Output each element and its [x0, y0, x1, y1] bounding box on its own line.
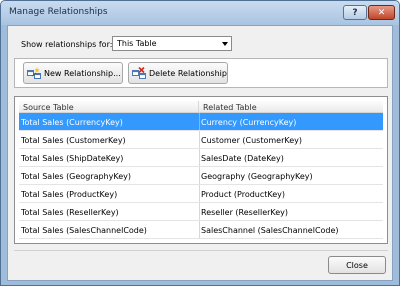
related-table-cell: SalesChannel (SalesChannelCode): [201, 226, 339, 235]
table-row[interactable]: Total Sales (ProductKey) Product (Produc…: [19, 185, 383, 203]
related-table-cell: Reseller (ResellerKey): [201, 208, 289, 217]
table-row[interactable]: Total Sales (SalesChannelCode) SalesChan…: [19, 221, 383, 239]
related-table-cell: Currency (CurrencyKey): [201, 118, 297, 127]
column-divider: [199, 113, 200, 130]
dropdown-selected-value: This Table: [117, 39, 157, 48]
source-table-cell: Total Sales (ProductKey): [21, 190, 118, 199]
chevron-down-icon[interactable]: [218, 37, 231, 50]
manage-relationships-dialog: Manage Relationships ? ✕ Show relationsh…: [0, 0, 400, 286]
column-divider: [199, 185, 200, 202]
delete-relationship-icon: [132, 66, 146, 79]
source-table-cell: Total Sales (CustomerKey): [21, 136, 126, 145]
column-divider: [199, 167, 200, 184]
table-row[interactable]: Total Sales (CustomerKey) Customer (Cust…: [19, 131, 383, 149]
table-row[interactable]: Total Sales (GeographyKey) Geography (Ge…: [19, 167, 383, 185]
source-table-cell: Total Sales (GeographyKey): [21, 172, 131, 181]
source-table-cell: Total Sales (CurrencyKey): [21, 118, 123, 127]
show-relationships-dropdown[interactable]: This Table: [112, 36, 232, 51]
new-relationship-label: New Relationship...: [44, 68, 121, 78]
column-header-source-table[interactable]: Source Table: [19, 101, 199, 112]
window-close-button[interactable]: ✕: [368, 5, 395, 20]
close-button[interactable]: Close: [328, 256, 386, 274]
delete-relationship-button[interactable]: Delete Relationship: [128, 62, 228, 84]
help-button[interactable]: ?: [343, 5, 367, 20]
show-relationships-label: Show relationships for:: [21, 40, 113, 49]
related-table-cell: Geography (GeographyKey): [201, 172, 313, 181]
new-relationship-button[interactable]: New Relationship...: [23, 62, 123, 84]
column-divider: [199, 149, 200, 166]
delete-relationship-label: Delete Relationship: [149, 68, 227, 78]
source-table-cell: Total Sales (SalesChannelCode): [21, 226, 147, 235]
relationship-toolbar: New Relationship... Delete Relationship: [14, 58, 388, 88]
title-bar[interactable]: Manage Relationships ? ✕: [1, 1, 399, 25]
table-row[interactable]: Total Sales (ResellerKey) Reseller (Rese…: [19, 203, 383, 221]
table-row[interactable]: Total Sales (CurrencyKey) Currency (Curr…: [19, 113, 383, 131]
column-divider: [199, 131, 200, 148]
close-icon: ✕: [377, 7, 386, 18]
footer-divider: [14, 250, 388, 251]
dialog-body: Show relationships for: This Table New R…: [7, 25, 393, 281]
grid-header: Source Table Related Table: [19, 101, 383, 113]
source-table-cell: Total Sales (ShipDateKey): [21, 154, 124, 163]
grid-rows: Total Sales (CurrencyKey) Currency (Curr…: [19, 113, 383, 239]
related-table-cell: SalesDate (DateKey): [201, 154, 284, 163]
column-divider: [199, 203, 200, 220]
related-table-cell: Product (ProductKey): [201, 190, 286, 199]
column-header-related-table[interactable]: Related Table: [199, 101, 383, 112]
related-table-cell: Customer (CustomerKey): [201, 136, 303, 145]
new-relationship-icon: [27, 67, 41, 79]
relationships-grid[interactable]: Source Table Related Table Total Sales (…: [14, 96, 388, 244]
table-row[interactable]: Total Sales (ShipDateKey) SalesDate (Dat…: [19, 149, 383, 167]
column-divider: [199, 221, 200, 238]
dialog-title: Manage Relationships: [9, 7, 108, 17]
source-table-cell: Total Sales (ResellerKey): [21, 208, 119, 217]
